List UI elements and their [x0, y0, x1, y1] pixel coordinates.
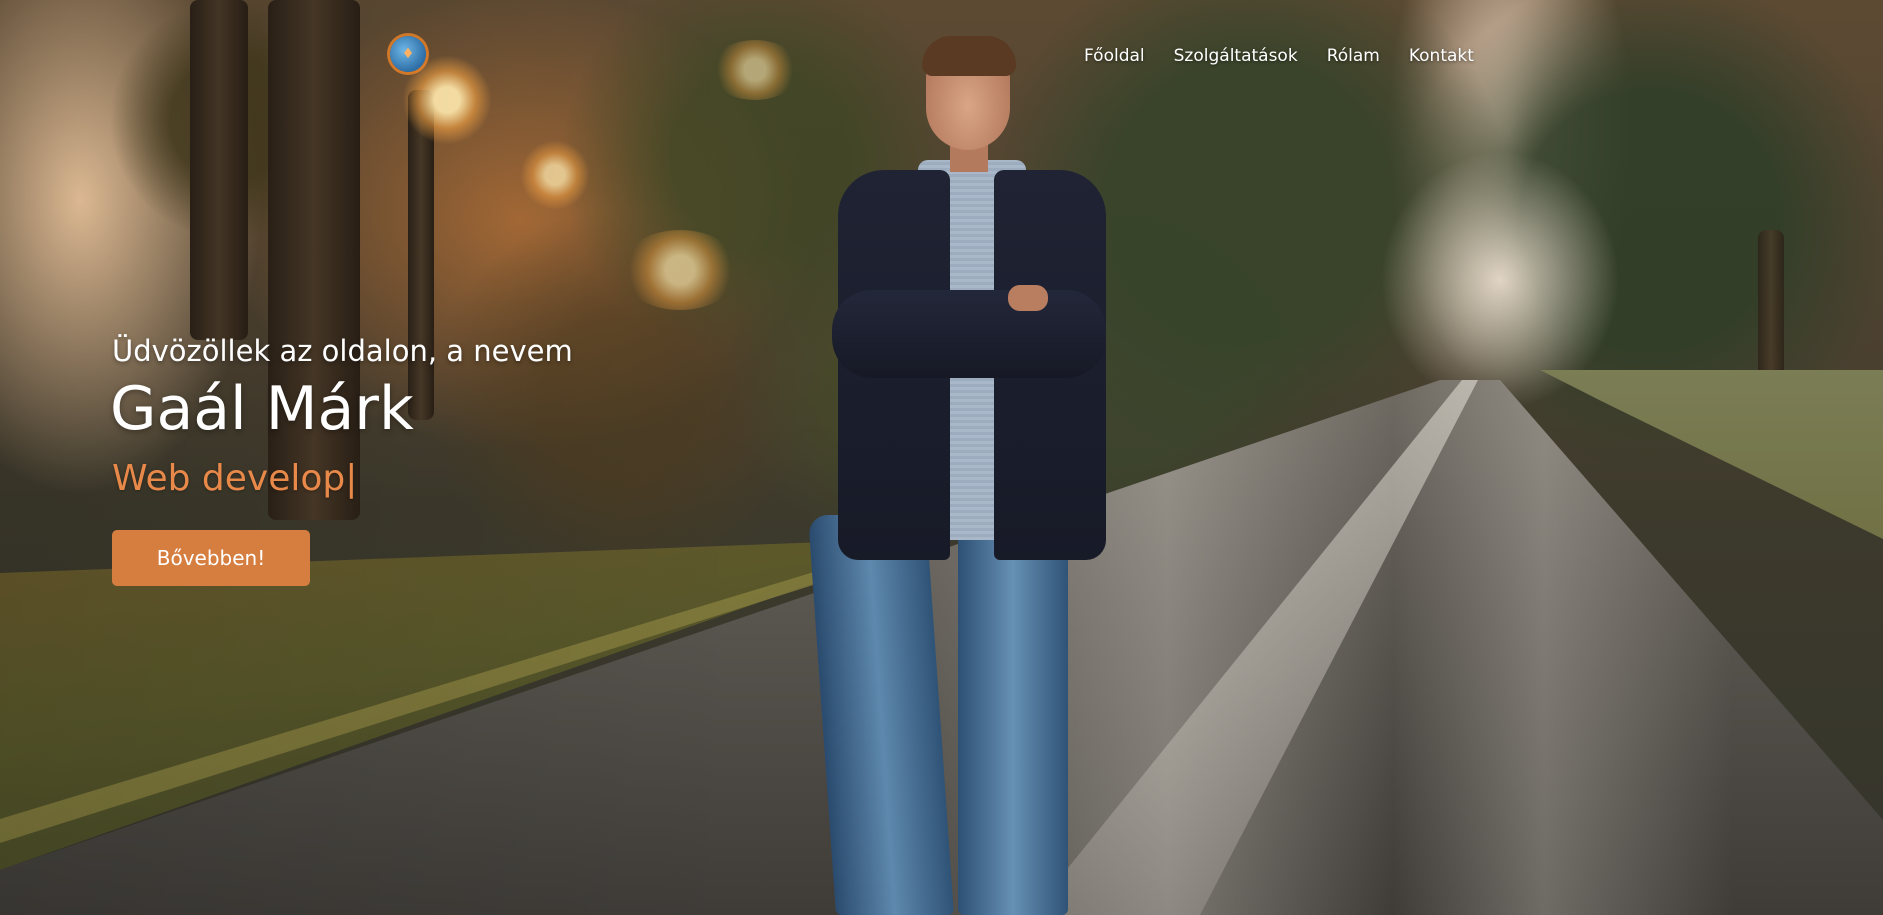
hero-greeting: Üdvözöllek az oldalon, a nevem: [112, 334, 573, 368]
nav-link-rolam[interactable]: Rólam: [1327, 46, 1380, 66]
portrait-person: [808, 36, 1108, 915]
more-button[interactable]: Bővebben!: [112, 530, 310, 586]
nav-link-kontakt[interactable]: Kontakt: [1409, 46, 1474, 66]
crossed-arms: [832, 290, 1106, 378]
hero-typed-role: Web develop|: [112, 458, 358, 499]
site-logo-icon[interactable]: ♦: [390, 36, 426, 72]
jeans-left-leg: [808, 515, 954, 915]
nav-link-szolgaltatasok[interactable]: Szolgáltatások: [1174, 46, 1298, 66]
main-nav: Főoldal Szolgáltatások Rólam Kontakt: [1084, 46, 1474, 66]
nav-link-fooldal[interactable]: Főoldal: [1084, 46, 1145, 66]
hair: [922, 36, 1016, 76]
hand: [1008, 285, 1048, 311]
logo-monogram-icon: ♦: [401, 46, 415, 62]
hero-name: Gaál Márk: [110, 374, 414, 444]
jeans-right-leg: [958, 515, 1068, 915]
